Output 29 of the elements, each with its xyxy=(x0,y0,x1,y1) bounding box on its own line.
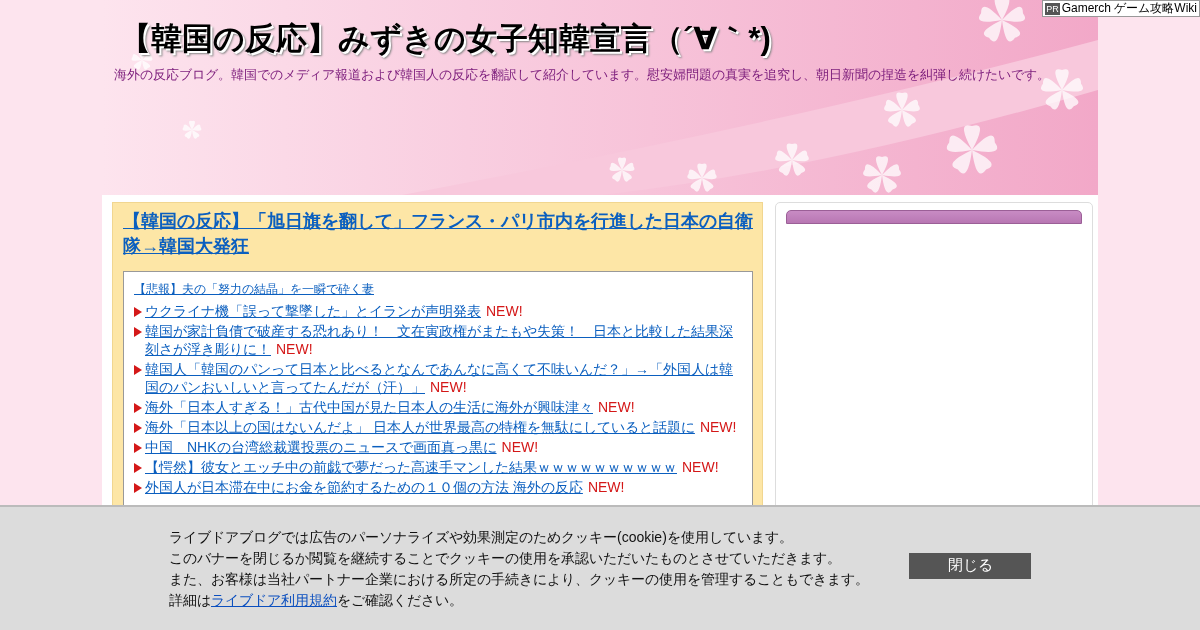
triangle-bullet-icon xyxy=(134,423,142,433)
triangle-bullet-icon xyxy=(134,483,142,493)
cookie-detail-text: 詳細はライブドア利用規約をご確認ください。 xyxy=(169,590,464,610)
triangle-bullet-icon xyxy=(134,463,142,473)
triangle-bullet-icon xyxy=(134,365,142,375)
related-article-link[interactable]: 韓国が家計負債で破産する恐れあり！ 文在寅政権がまたもや失策！ 日本と比較した結果深刻さが浮き彫りに！ NEW! xyxy=(145,322,742,358)
related-article-link[interactable]: 海外「日本以上の国はないんだよ」 日本人が世界最高の特権を無駄にしていると話題に NEW! xyxy=(145,418,737,436)
triangle-bullet-icon xyxy=(134,443,142,453)
cookie-notice-text: このバナーを閉じるか閲覧を継続することでクッキーの使用を承認いただいたものとさせていただきます。 xyxy=(169,548,842,568)
related-article-link[interactable]: 韓国人「韓国のパンって日本と比べるとなんであんなに高くて不味いんだ？」→「外国人は韓国のパンおいしいと言ってたんだが（汗）」 NEW! xyxy=(145,360,742,396)
pr-mark: PR xyxy=(1045,2,1060,15)
triangle-bullet-icon xyxy=(134,403,142,413)
triangle-bullet-icon xyxy=(134,327,142,337)
related-article-link[interactable]: 中国 NHKの台湾総裁選投票のニュースで画面真っ黒に NEW! xyxy=(145,438,539,456)
article-title-link[interactable]: 【韓国の反応】「旭日旗を翻して」フランス・パリ市内を行進した日本の自衛隊→韓国大発狂 xyxy=(123,209,753,259)
related-link[interactable]: 【悲報】夫の「努力の結晶」を一瞬で砕く妻 xyxy=(134,281,374,298)
ad-label: Gamerch ゲーム攻略Wiki xyxy=(1061,0,1197,17)
terms-link[interactable]: ライブドア利用規約 xyxy=(211,591,337,608)
cookie-notice-text: ライブドアブログでは広告のパーソナライズや効果測定のためクッキー(cookie)を使用しています。 xyxy=(169,527,794,547)
cookie-notice-text: また、お客様は当社パートナー企業における所定の手続きにより、クッキーの使用を管理することもできます。 xyxy=(169,569,869,589)
triangle-bullet-icon xyxy=(134,307,142,317)
related-article-link[interactable]: ウクライナ機「誤って撃墜した」とイランが声明発表 NEW! xyxy=(145,302,523,320)
blog-description: 海外の反応ブログ。韓国でのメディア報道および韓国人の反応を翻訳して紹介しています。慰安婦問題の真実を追究し、朝日新聞の捏造を糾弾し続けたいです。 xyxy=(114,66,1050,84)
close-button[interactable]: 閉じる xyxy=(909,552,1031,579)
blog-title[interactable]: 【韓国の反応】みずきの女子知韓宣言（´∀｀*) xyxy=(120,18,771,60)
ad-badge[interactable]: PR Gamerch ゲーム攻略Wiki xyxy=(1042,0,1200,17)
related-article-link[interactable]: 外国人が日本滞在中にお金を節約するための１０個の方法 海外の反応 NEW! xyxy=(145,478,625,496)
related-article-link[interactable]: 海外「日本人すぎる！」古代中国が見た日本人の生活に海外が興味津々 NEW! xyxy=(145,398,635,416)
related-article-link[interactable]: 【愕然】彼女とエッチ中の前戯で夢だった高速手マンした結果ｗｗｗｗｗｗｗｗｗｗ NEW! xyxy=(145,458,719,476)
